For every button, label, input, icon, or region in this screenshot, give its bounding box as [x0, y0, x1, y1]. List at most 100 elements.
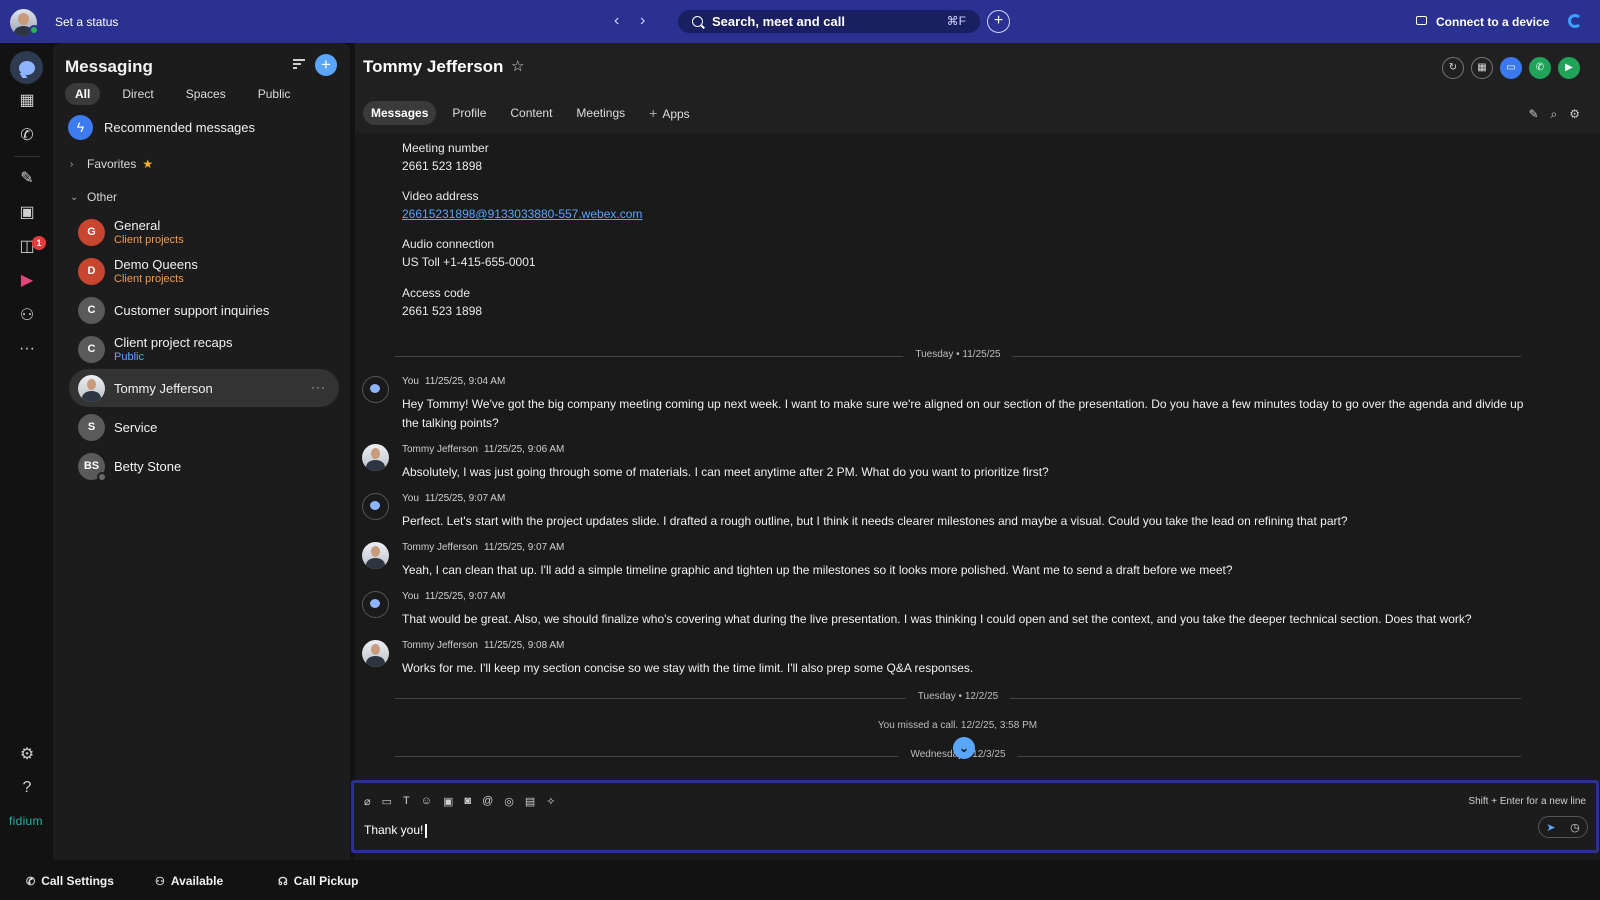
apps-rail-icon[interactable]: ▶: [15, 269, 39, 291]
gif-icon[interactable]: ▣: [443, 795, 453, 808]
whiteboard-rail-icon[interactable]: ✎: [15, 167, 39, 189]
help-icon[interactable]: ?: [15, 777, 39, 799]
mention-icon[interactable]: @: [482, 795, 493, 808]
connect-device-button[interactable]: Connect to a device: [1436, 15, 1549, 29]
ai-assistant-icon[interactable]: ✧: [546, 795, 555, 808]
settings-gear-icon[interactable]: ⚙: [15, 743, 39, 765]
favorite-star-icon[interactable]: ☆: [511, 57, 524, 75]
set-status-link[interactable]: Set a status: [55, 15, 118, 29]
avatar-initials: BS: [83, 459, 100, 472]
message-header: You 11/25/25, 9:04 AM: [402, 376, 505, 387]
brand-logo: fidium: [9, 814, 43, 828]
recommended-messages[interactable]: ϟ Recommended messages: [68, 115, 255, 140]
message-sender: Tommy Jefferson: [402, 444, 478, 455]
conversation-customer-support[interactable]: C Customer support inquiries: [69, 291, 339, 329]
tab-profile[interactable]: Profile: [444, 101, 494, 125]
search-placeholder: Search, meet and call: [712, 14, 845, 29]
more-options-icon[interactable]: ···: [311, 380, 326, 394]
message-input[interactable]: Thank you!: [364, 823, 427, 838]
audio-call-icon[interactable]: ✆: [1529, 57, 1551, 79]
message-time: 11/25/25, 9:07 AM: [424, 493, 506, 504]
new-conversation-button[interactable]: +: [315, 54, 337, 76]
new-action-button[interactable]: +: [987, 10, 1010, 33]
more-rail-icon[interactable]: ···: [15, 338, 39, 360]
tab-all[interactable]: All: [65, 83, 101, 105]
device-icon: [1416, 16, 1427, 25]
date-divider-label: Tuesday • 11/25/25: [903, 349, 1013, 360]
tab-apps[interactable]: + Apps: [641, 100, 698, 126]
activity-icon[interactable]: ↻: [1442, 57, 1464, 79]
call-pickup-button[interactable]: ☊ Call Pickup: [278, 874, 358, 888]
chevron-down-icon: ⌄: [70, 191, 79, 203]
status-icon: [97, 471, 107, 482]
filter-icon[interactable]: [293, 59, 305, 69]
avatar: D: [78, 257, 105, 285]
left-rail: ▦ ✆ ✎ ▣ ◫ 1 ▶ ⚇ ··· ⚙ ? fidium: [0, 43, 53, 900]
conversation-demo-queens[interactable]: D Demo Queens Client projects: [69, 252, 339, 290]
tab-direct[interactable]: Direct: [112, 83, 163, 105]
tab-content[interactable]: Content: [502, 101, 560, 125]
avatar: C: [78, 335, 105, 363]
conversation-name: Service: [114, 419, 158, 435]
avatar: G: [78, 218, 105, 246]
phone-gear-icon: ✆: [26, 875, 36, 888]
other-group[interactable]: ⌄ Other: [70, 190, 117, 204]
conversation-betty-stone[interactable]: BS Betty Stone: [69, 447, 339, 485]
composer-hint: Shift + Enter for a new line: [1468, 796, 1586, 807]
date-divider: Tuesday • 12/2/25: [395, 691, 1521, 705]
top-bar: Set a status ‹ › Search, meet and call ⌘…: [0, 0, 1600, 43]
giphy-icon[interactable]: ◎: [504, 795, 514, 808]
search-shortcut: ⌘F: [946, 14, 966, 28]
avatar: [78, 374, 105, 402]
recommended-label: Recommended messages: [104, 120, 256, 135]
conversation-name: General: [114, 218, 161, 233]
pin-icon[interactable]: ✎: [1528, 107, 1538, 122]
contacts-rail-icon[interactable]: ▣: [15, 201, 39, 223]
conversation-general[interactable]: G General Client projects: [69, 213, 339, 251]
tab-meetings[interactable]: Meetings: [568, 101, 633, 125]
conversation-tommy-jefferson[interactable]: Tommy Jefferson ···: [69, 369, 339, 407]
message-composer[interactable]: ⌀ ▭ T ☺ ▣ ◙ @ ◎ ▤ ✧ Shift + Enter for a …: [351, 780, 1599, 853]
conversation-client-recaps[interactable]: C Client project recaps Public: [69, 330, 339, 368]
schedule-send-icon[interactable]: ◷: [1570, 821, 1580, 834]
calendar-icon[interactable]: ▦: [1471, 57, 1493, 79]
favorites-group[interactable]: › Favorites ★: [70, 157, 153, 171]
conversation-team: Client projects: [114, 234, 184, 246]
format-text-icon[interactable]: T: [403, 795, 410, 808]
sticker-icon[interactable]: ◙: [464, 795, 471, 808]
presence-indicator: [29, 25, 39, 35]
tab-messages[interactable]: Messages: [363, 101, 437, 125]
teams-rail-icon[interactable]: ⚇: [15, 304, 39, 326]
record-video-icon[interactable]: ▤: [525, 795, 535, 808]
messaging-rail-icon[interactable]: [15, 57, 39, 79]
calendar-rail-icon[interactable]: ▦: [15, 89, 39, 111]
video-call-icon[interactable]: ▶: [1558, 57, 1580, 79]
message-sender: Tommy Jefferson: [402, 640, 478, 651]
availability-button[interactable]: ⚇ Available: [155, 874, 223, 888]
sidebar-title: Messaging: [65, 57, 153, 76]
scroll-to-bottom-button[interactable]: ⌄: [953, 737, 975, 759]
folder-icon[interactable]: ▭: [382, 795, 392, 808]
forward-arrow-icon[interactable]: ›: [640, 12, 645, 30]
gear-icon[interactable]: ⚙: [1569, 107, 1580, 122]
emoji-icon[interactable]: ☺: [421, 795, 432, 808]
call-settings-button[interactable]: ✆ Call Settings: [26, 874, 114, 888]
chevron-right-icon: ›: [70, 158, 74, 170]
video-address-link[interactable]: 26615231898@9133033880-557.webex.com: [402, 205, 642, 223]
calling-rail-icon[interactable]: ✆: [15, 124, 39, 146]
conversation-service[interactable]: S Service: [69, 408, 339, 446]
message-sender: You: [402, 376, 419, 387]
tab-public[interactable]: Public: [248, 83, 301, 105]
back-arrow-icon[interactable]: ‹: [614, 12, 619, 30]
search-input[interactable]: Search, meet and call ⌘F: [678, 10, 980, 33]
send-icon[interactable]: ➤: [1546, 821, 1555, 834]
video-address-block: Video address 26615231898@9133033880-557…: [402, 187, 642, 223]
share-screen-icon[interactable]: ▭: [1500, 57, 1522, 79]
self-avatar: [362, 376, 389, 403]
date-divider-label: Tuesday • 12/2/25: [905, 691, 1011, 702]
availability-icon: ⚇: [155, 875, 165, 888]
attach-icon[interactable]: ⌀: [364, 795, 371, 808]
message-sender: You: [402, 591, 419, 602]
tab-spaces[interactable]: Spaces: [176, 83, 236, 105]
search-icon[interactable]: ⌕: [1551, 107, 1558, 122]
